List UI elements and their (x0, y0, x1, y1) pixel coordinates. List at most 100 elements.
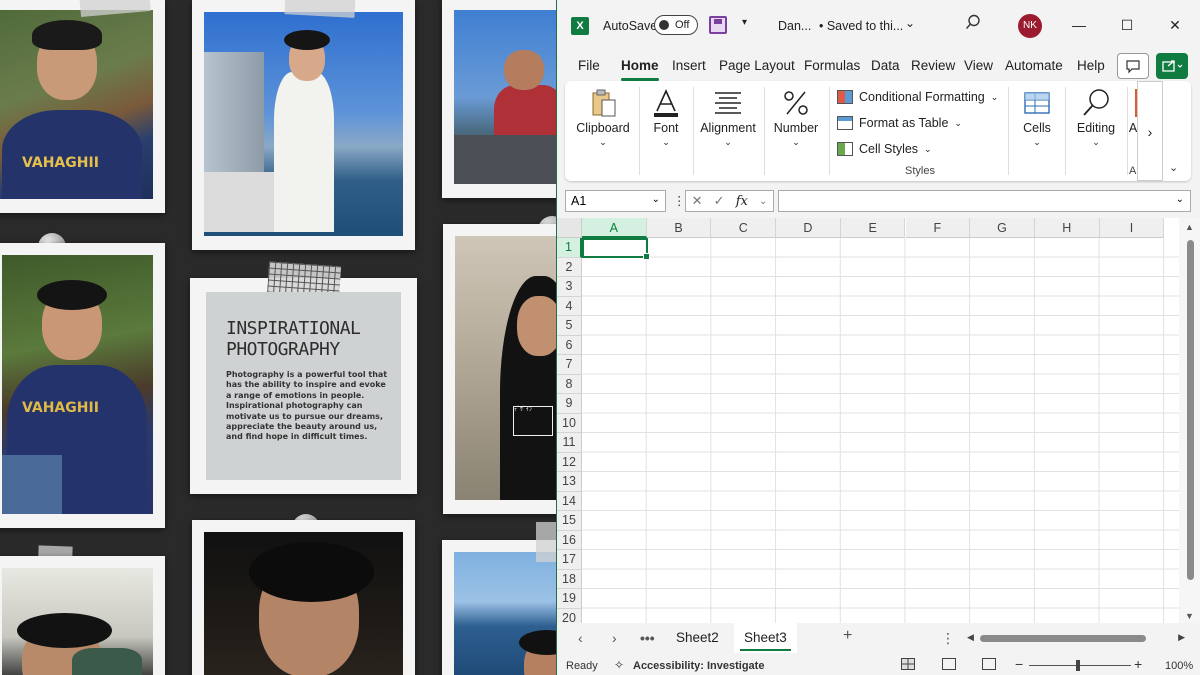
cancel-icon[interactable]: ✕ (692, 193, 703, 209)
row-header-18[interactable]: 18 (557, 569, 582, 589)
share-button[interactable] (1156, 53, 1188, 79)
cell-styles-button[interactable]: Cell Styles ⌄ (837, 139, 932, 159)
tab-page-layout[interactable]: Page Layout (719, 58, 795, 73)
select-all-button[interactable] (557, 218, 582, 238)
row-header-9[interactable]: 9 (557, 394, 582, 414)
saved-status[interactable]: • Saved to thi... (819, 19, 903, 33)
horizontal-scroll-thumb[interactable] (980, 635, 1146, 642)
cell-area[interactable] (582, 238, 1179, 623)
row-header-11[interactable]: 11 (557, 433, 582, 453)
column-header-a[interactable]: A (582, 218, 647, 238)
vertical-scroll-thumb[interactable] (1187, 240, 1194, 580)
font-group[interactable]: Font ⌄ (641, 81, 691, 181)
column-header-b[interactable]: B (646, 218, 712, 238)
close-button[interactable]: ✕ (1160, 10, 1190, 40)
row-header-3[interactable]: 3 (557, 277, 582, 297)
horizontal-scrollbar[interactable]: ◀ ▶ (967, 632, 1185, 644)
zoom-level[interactable]: 100% (1165, 660, 1193, 672)
row-header-1[interactable]: 1 (557, 238, 582, 258)
row-header-12[interactable]: 12 (557, 452, 582, 472)
row-header-19[interactable]: 19 (557, 589, 582, 609)
scroll-up-arrow-icon[interactable]: ▲ (1185, 222, 1194, 232)
tab-data[interactable]: Data (871, 58, 900, 73)
tab-view[interactable]: View (964, 58, 993, 73)
conditional-formatting-button[interactable]: Conditional Formatting ⌄ (837, 87, 998, 107)
row-header-13[interactable]: 13 (557, 472, 582, 492)
ribbon-display-options-chevron-icon[interactable]: ⌄ (1169, 161, 1178, 174)
row-header-20[interactable]: 20 (557, 608, 582, 623)
format-as-table-button[interactable]: Format as Table ⌄ (837, 113, 962, 133)
more-options-icon[interactable]: ⋮ (941, 630, 955, 647)
zoom-slider[interactable] (1029, 665, 1131, 666)
row-header-2[interactable]: 2 (557, 257, 582, 277)
row-header-6[interactable]: 6 (557, 335, 582, 355)
more-options-icon[interactable]: ⋮ (673, 193, 686, 208)
row-header-7[interactable]: 7 (557, 355, 582, 375)
chevron-down-icon[interactable]: ⌄ (652, 194, 660, 205)
sheet-tab-sheet3[interactable]: Sheet3 (734, 623, 797, 653)
document-name[interactable]: Dan... (778, 19, 811, 33)
expand-formula-bar-chevron-icon[interactable]: ⌄ (1176, 194, 1184, 205)
tab-insert[interactable]: Insert (672, 58, 706, 73)
accessibility-status[interactable]: Accessibility: Investigate (633, 660, 764, 672)
column-header-e[interactable]: E (840, 218, 906, 238)
zoom-out-button[interactable]: − (1015, 656, 1023, 672)
add-sheet-icon[interactable]: + (843, 627, 852, 645)
active-cell-a1[interactable] (582, 238, 650, 260)
row-header-16[interactable]: 16 (557, 530, 582, 550)
row-header-4[interactable]: 4 (557, 296, 582, 316)
row-header-14[interactable]: 14 (557, 491, 582, 511)
tab-automate[interactable]: Automate (1005, 58, 1063, 73)
column-header-f[interactable]: F (905, 218, 971, 238)
search-icon[interactable] (965, 14, 981, 30)
vertical-scrollbar[interactable]: ▲ ▼ (1179, 218, 1200, 623)
column-header-h[interactable]: H (1034, 218, 1100, 238)
tab-file[interactable]: File (578, 58, 600, 73)
cells-group[interactable]: Cells ⌄ (1011, 81, 1063, 181)
autosave-toggle[interactable]: Off (654, 15, 698, 35)
worksheet-grid[interactable]: ABCDEFGHI 1 2 3 4 5 6 7 8 9 10 11 12 13 14 15 16 17 18 19 2… (557, 218, 1200, 623)
scroll-left-arrow-icon[interactable]: ◀ (967, 632, 974, 643)
insert-function-icon[interactable]: fx (736, 194, 748, 209)
scroll-right-arrow-icon[interactable]: ▶ (1178, 632, 1185, 643)
comments-button[interactable] (1117, 53, 1149, 79)
column-header-g[interactable]: G (970, 218, 1035, 238)
column-header-d[interactable]: D (776, 218, 841, 238)
row-header-5[interactable]: 5 (557, 316, 582, 336)
row-header-8[interactable]: 8 (557, 374, 582, 394)
tab-review[interactable]: Review (911, 58, 955, 73)
page-layout-view-icon[interactable] (942, 658, 956, 670)
name-box[interactable]: A1 ⌄ (565, 190, 666, 212)
row-header-15[interactable]: 15 (557, 511, 582, 531)
column-header-i[interactable]: I (1099, 218, 1165, 238)
enter-icon[interactable]: ✓ (714, 193, 725, 209)
maximize-button[interactable]: ☐ (1112, 10, 1142, 40)
avatar[interactable]: NK (1018, 14, 1042, 38)
row-header-17[interactable]: 17 (557, 550, 582, 570)
clipboard-group[interactable]: Clipboard ⌄ (569, 81, 637, 181)
row-header-10[interactable]: 10 (557, 413, 582, 433)
normal-view-icon[interactable] (901, 658, 915, 670)
tab-formulas[interactable]: Formulas (804, 58, 860, 73)
formula-input[interactable]: ⌄ (778, 190, 1191, 212)
page-break-preview-icon[interactable] (982, 658, 996, 670)
number-group[interactable]: Number ⌄ (765, 81, 827, 181)
more-sheets-icon[interactable]: ••• (640, 630, 655, 646)
zoom-in-button[interactable]: + (1134, 656, 1142, 672)
next-sheet-icon[interactable]: › (612, 630, 617, 646)
tab-home[interactable]: Home (621, 58, 659, 81)
previous-sheet-icon[interactable]: ‹ (578, 630, 583, 646)
save-icon[interactable] (709, 16, 727, 34)
scroll-down-arrow-icon[interactable]: ▼ (1185, 611, 1194, 621)
accessibility-icon[interactable]: ✧ (614, 658, 624, 672)
column-header-c[interactable]: C (711, 218, 777, 238)
minimize-button[interactable]: — (1064, 10, 1094, 40)
editing-group[interactable]: Editing ⌄ (1067, 81, 1125, 181)
chevron-down-icon[interactable]: ⌄ (905, 16, 915, 30)
zoom-slider-thumb[interactable] (1076, 660, 1080, 671)
chevron-down-icon[interactable]: ⌄ (759, 196, 767, 207)
ribbon-scroll-right-button[interactable]: › (1137, 81, 1163, 181)
tab-help[interactable]: Help (1077, 58, 1105, 73)
customize-quick-access-chevron-icon[interactable]: ▾ (742, 17, 747, 28)
alignment-group[interactable]: Alignment ⌄ (695, 81, 761, 181)
